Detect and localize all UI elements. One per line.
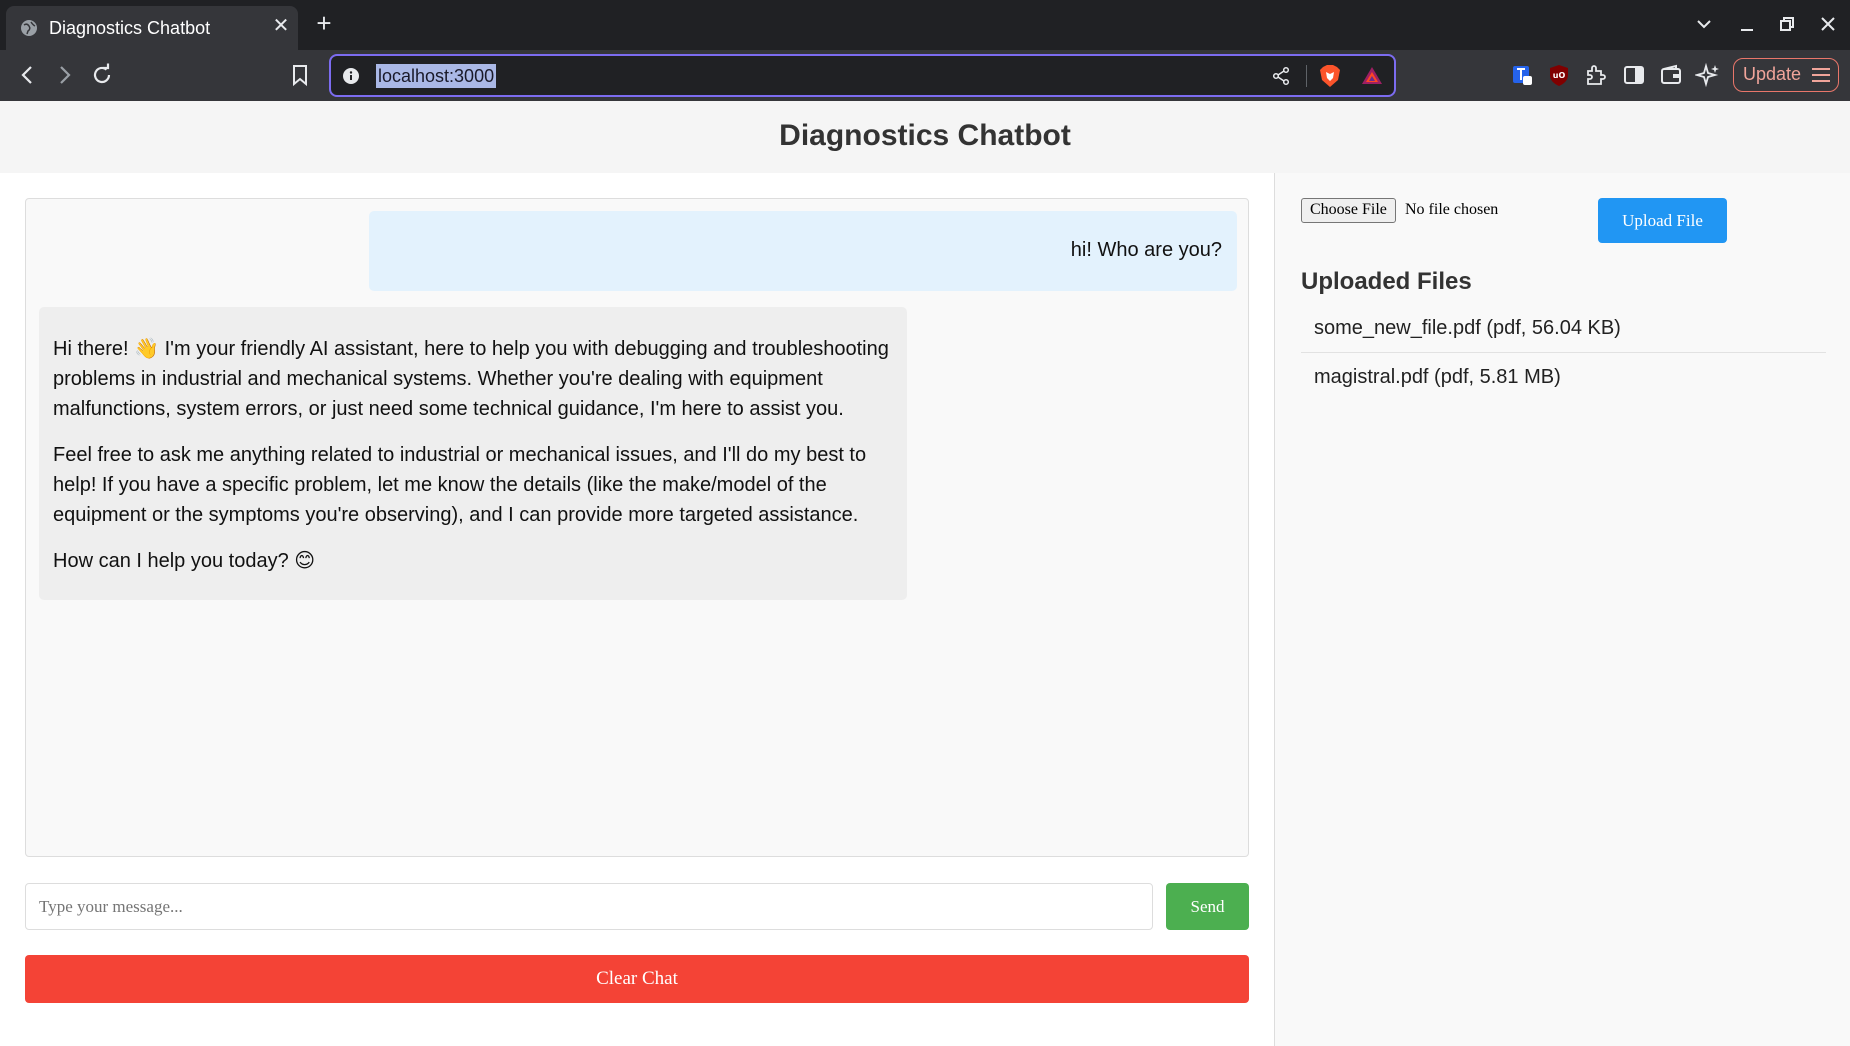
update-button[interactable]: Update bbox=[1733, 58, 1839, 92]
bookmark-icon[interactable] bbox=[287, 62, 313, 88]
user-message-text: hi! Who are you? bbox=[1070, 239, 1222, 261]
close-window-icon[interactable] bbox=[1816, 12, 1840, 36]
browser-tab[interactable]: Diagnostics Chatbot ✕ bbox=[6, 6, 298, 50]
tab-search-chevron-icon[interactable] bbox=[1692, 12, 1716, 36]
tab-title: Diagnostics Chatbot bbox=[49, 18, 211, 38]
ublock-extension-icon[interactable]: uO bbox=[1546, 62, 1572, 88]
svg-text:uO: uO bbox=[1553, 71, 1566, 80]
globe-icon bbox=[21, 20, 37, 36]
chat-panel: hi! Who are you? Hi there! 👋 I'm your fr… bbox=[0, 173, 1274, 1046]
leo-ai-sparkle-icon[interactable] bbox=[1695, 62, 1721, 88]
url-divider bbox=[1306, 65, 1307, 87]
file-list-item[interactable]: some_new_file.pdf (pdf, 56.04 KB) bbox=[1301, 304, 1826, 353]
extensions-puzzle-icon[interactable] bbox=[1583, 62, 1609, 88]
update-label: Update bbox=[1743, 64, 1802, 84]
new-tab-icon[interactable]: + bbox=[312, 10, 336, 36]
site-info-icon[interactable] bbox=[342, 67, 360, 85]
share-icon[interactable] bbox=[1271, 66, 1291, 86]
user-message: hi! Who are you? bbox=[369, 211, 1237, 291]
app-header: Diagnostics Chatbot bbox=[0, 101, 1850, 173]
tab-close-icon[interactable]: ✕ bbox=[270, 15, 292, 37]
chat-history[interactable]: hi! Who are you? Hi there! 👋 I'm your fr… bbox=[25, 198, 1249, 857]
clear-chat-button[interactable]: Clear Chat bbox=[25, 955, 1249, 1003]
brave-shields-icon[interactable] bbox=[1319, 64, 1341, 88]
wallet-icon[interactable] bbox=[1658, 62, 1684, 88]
file-list-item[interactable]: magistral.pdf (pdf, 5.81 MB) bbox=[1301, 353, 1826, 402]
assistant-message-paragraph: Feel free to ask me anything related to … bbox=[53, 444, 867, 526]
browser-tab-strip: Diagnostics Chatbot ✕ + bbox=[0, 0, 1850, 50]
bitwarden-extension-icon[interactable] bbox=[1509, 62, 1535, 88]
address-bar[interactable]: localhost:3000 bbox=[329, 54, 1396, 97]
assistant-message-paragraph: How can I help you today? 😊 bbox=[53, 550, 316, 572]
assistant-message-paragraph: Hi there! 👋 I'm your friendly AI assista… bbox=[53, 338, 889, 420]
assistant-message: Hi there! 👋 I'm your friendly AI assista… bbox=[39, 307, 907, 600]
reload-icon[interactable] bbox=[89, 62, 115, 88]
browser-toolbar: localhost:3000 uO Update bbox=[0, 50, 1850, 101]
upload-file-button[interactable]: Upload File bbox=[1598, 198, 1727, 243]
upload-sidebar: Choose File No file chosen Upload File U… bbox=[1274, 173, 1850, 1046]
back-icon[interactable] bbox=[15, 62, 41, 88]
minimize-icon[interactable] bbox=[1735, 12, 1759, 36]
page-title: Diagnostics Chatbot bbox=[779, 119, 1071, 152]
choose-file-button[interactable]: Choose File bbox=[1301, 198, 1396, 223]
message-input[interactable] bbox=[25, 883, 1153, 930]
forward-icon[interactable] bbox=[51, 62, 77, 88]
send-button[interactable]: Send bbox=[1166, 883, 1249, 930]
brave-rewards-icon[interactable] bbox=[1361, 65, 1383, 87]
restore-icon[interactable] bbox=[1775, 12, 1799, 36]
uploaded-files-heading: Uploaded Files bbox=[1301, 268, 1472, 295]
url-text[interactable]: localhost:3000 bbox=[376, 64, 497, 88]
sidebar-toggle-icon[interactable] bbox=[1621, 62, 1647, 88]
hamburger-menu-icon bbox=[1812, 68, 1830, 82]
uploaded-files-list: some_new_file.pdf (pdf, 56.04 KB) magist… bbox=[1301, 304, 1826, 402]
no-file-chosen-text: No file chosen bbox=[1405, 201, 1499, 218]
